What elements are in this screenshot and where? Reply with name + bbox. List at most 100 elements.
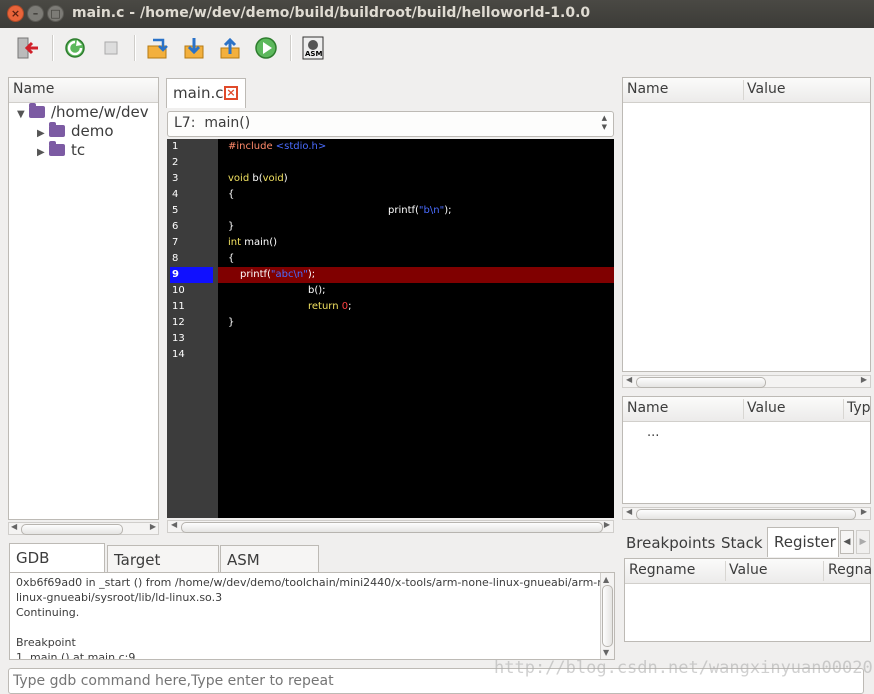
gdb-output-panel[interactable]: 0xb6f69ad0 in _start () from /home/w/dev… xyxy=(9,572,615,660)
window-maximize-button[interactable]: □ xyxy=(47,5,64,22)
locals-name-column[interactable]: Name xyxy=(627,81,668,97)
line-number: 12 xyxy=(172,317,185,328)
step-into-icon[interactable] xyxy=(145,36,169,60)
tree-item-tc[interactable]: ▶ tc xyxy=(37,141,85,159)
line-number: 3 xyxy=(172,173,179,184)
folder-icon xyxy=(49,122,65,137)
step-out-icon[interactable] xyxy=(218,36,242,60)
output-line: 1, main () at main.c:9 xyxy=(16,651,136,660)
tab-main-c[interactable]: main.c × xyxy=(166,78,246,108)
toolbar-separator xyxy=(134,35,136,61)
toolbar-separator xyxy=(52,35,54,61)
locals-header: Name Value xyxy=(623,78,870,103)
register-name-column[interactable]: Regname xyxy=(629,562,695,578)
tab-scroll-right-icon[interactable]: ▶ xyxy=(856,530,870,554)
line-number: 8 xyxy=(172,253,179,264)
run-icon[interactable] xyxy=(63,36,87,60)
folder-icon xyxy=(49,141,65,156)
tab-scroll-left-icon[interactable]: ◀ xyxy=(840,530,854,554)
file-tree-hscrollbar[interactable]: ◀ ▶ xyxy=(8,522,159,535)
collapsed-triangle-icon[interactable]: ▶ xyxy=(37,128,49,139)
code-line-10: b(); xyxy=(308,285,326,296)
output-vscrollbar[interactable]: ▲ ▼ xyxy=(600,573,614,659)
watch-header: Name Value Typ xyxy=(623,397,871,422)
window-minimize-button[interactable]: – xyxy=(27,5,44,22)
locals-value-column[interactable]: Value xyxy=(747,81,785,97)
close-tab-icon[interactable]: × xyxy=(224,86,238,100)
collapsed-triangle-icon[interactable]: ▶ xyxy=(37,147,49,158)
register-panel: Regname Value Regna xyxy=(624,558,872,642)
output-line: Continuing. xyxy=(16,606,80,619)
line-number-current: 9 xyxy=(172,269,179,280)
tree-item-label: demo xyxy=(71,122,114,140)
asm-icon[interactable]: ASM xyxy=(301,36,325,60)
tab-stack[interactable]: Stack xyxy=(715,529,767,556)
editor-hscrollbar[interactable]: ◀ ▶ xyxy=(167,520,614,533)
tab-label: Stack xyxy=(721,534,763,552)
code-line-6: } xyxy=(228,221,235,232)
watch-panel: Name Value Typ ... xyxy=(622,396,871,504)
tab-gdb-output[interactable]: GDB Output xyxy=(9,543,105,595)
code-line-4: { xyxy=(228,189,235,200)
file-tree-name-column[interactable]: Name xyxy=(13,81,54,97)
line-number: 13 xyxy=(172,333,185,344)
stop-icon[interactable] xyxy=(99,36,123,60)
toolbar: ASM xyxy=(0,28,874,68)
watch-placeholder-item[interactable]: ... xyxy=(647,425,659,440)
folder-icon xyxy=(29,103,45,118)
code-line-8: { xyxy=(228,253,235,264)
expanded-triangle-icon[interactable]: ▼ xyxy=(17,109,29,120)
code-line-3: void b(void) xyxy=(228,173,288,184)
updown-arrows-icon: ▲ ▼ xyxy=(601,114,607,131)
scrollbar-thumb[interactable] xyxy=(181,522,603,533)
register-value-column[interactable]: Value xyxy=(729,562,767,578)
window-titlebar: × – □ main.c - /home/w/dev/demo/build/bu… xyxy=(0,0,874,28)
function-selector-value: L7: main() xyxy=(174,115,251,131)
tree-item-root[interactable]: ▼ /home/w/dev xyxy=(17,103,149,121)
tab-target-output[interactable]: Target Output xyxy=(107,545,219,597)
watch-value-column[interactable]: Value xyxy=(747,400,785,416)
scrollbar-thumb[interactable] xyxy=(602,585,613,647)
code-line-9: printf("abc\n"); xyxy=(240,269,316,280)
line-number: 1 xyxy=(172,141,179,152)
code-line-1: #include <stdio.h> xyxy=(228,141,327,152)
function-selector[interactable]: L7: main() ▲ ▼ xyxy=(167,111,614,137)
code-line-5: printf("b\n"); xyxy=(388,205,452,216)
output-line: linux-gnueabi/sysroot/lib/ld-linux.so.3 xyxy=(16,591,223,604)
code-line-7: int main() xyxy=(228,237,278,248)
line-number: 6 xyxy=(172,221,179,232)
output-line: 0xb6f69ad0 in _start () from /home/w/dev… xyxy=(16,576,615,589)
code-line-12: } xyxy=(228,317,235,328)
locals-hscrollbar[interactable]: ◀ ▶ xyxy=(622,375,871,388)
tab-breakpoints[interactable]: Breakpoints xyxy=(620,529,716,556)
watch-name-column[interactable]: Name xyxy=(627,400,668,416)
scrollbar-thumb[interactable] xyxy=(636,377,766,388)
exit-icon[interactable] xyxy=(16,36,40,60)
line-number: 2 xyxy=(172,157,179,168)
code-editor[interactable]: 1 2 3 4 5 6 7 8 9 10 11 12 13 14 #includ… xyxy=(167,139,614,518)
line-number: 4 xyxy=(172,189,179,200)
scrollbar-thumb[interactable] xyxy=(21,524,123,535)
register-name2-column[interactable]: Regna xyxy=(828,562,872,578)
tab-label: Register xyxy=(774,533,836,551)
tree-item-demo[interactable]: ▶ demo xyxy=(37,122,114,140)
continue-icon[interactable] xyxy=(254,36,278,60)
step-over-icon[interactable] xyxy=(182,36,206,60)
file-tree-header: Name xyxy=(9,78,158,103)
tree-item-label: tc xyxy=(71,141,86,159)
line-number: 10 xyxy=(172,285,185,296)
tab-asm-output[interactable]: ASM Output xyxy=(220,545,319,597)
toolbar-separator xyxy=(290,35,292,61)
window-close-button[interactable]: × xyxy=(7,5,24,22)
tree-item-label: /home/w/dev xyxy=(51,103,149,121)
watch-type-column[interactable]: Typ xyxy=(847,400,871,416)
watch-hscrollbar[interactable]: ◀ ▶ xyxy=(622,507,871,520)
file-tree-panel: Name ▼ /home/w/dev ▶ demo ▶ tc xyxy=(8,77,159,520)
watermark: http://blog.csdn.net/wangxinyuan00020 xyxy=(494,658,873,678)
tab-label: Breakpoints xyxy=(626,534,716,552)
scrollbar-thumb[interactable] xyxy=(636,509,856,520)
tab-label: main.c xyxy=(173,84,224,102)
line-number: 11 xyxy=(172,301,185,312)
window-title: main.c - /home/w/dev/demo/build/buildroo… xyxy=(72,5,591,21)
tab-register[interactable]: Register xyxy=(767,527,839,557)
